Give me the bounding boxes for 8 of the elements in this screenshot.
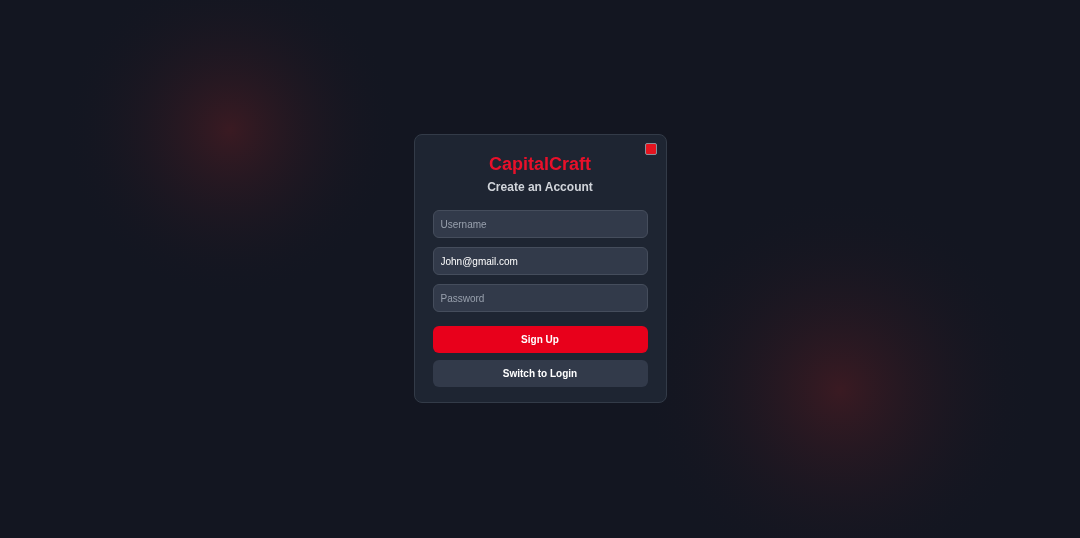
input-field[interactable]: Username bbox=[432, 210, 648, 238]
dialog-subtitle: Create an Account bbox=[487, 179, 593, 196]
input-field[interactable]: John@gmail.com bbox=[432, 247, 648, 275]
sign-up-button[interactable]: Sign Up bbox=[432, 326, 648, 353]
input-field[interactable]: Password bbox=[432, 284, 648, 312]
app-title: CapitalCraft bbox=[489, 153, 591, 175]
close-button[interactable] bbox=[644, 143, 657, 155]
switch-button[interactable]: Switch to Login bbox=[432, 360, 648, 387]
